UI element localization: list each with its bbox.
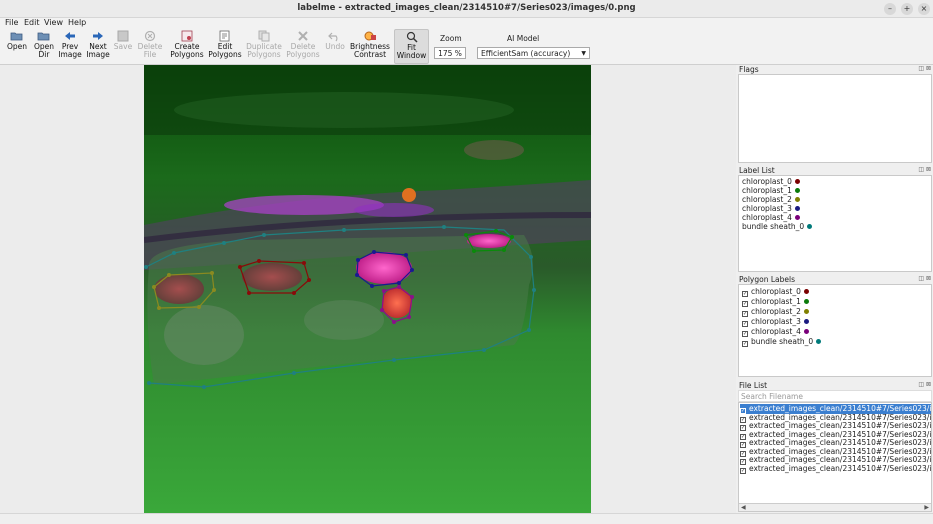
prev-image-button[interactable]: Prev Image (57, 29, 83, 64)
duplicate-icon (258, 30, 270, 42)
zoom-input[interactable]: 175 % (434, 47, 466, 59)
color-dot-icon (803, 289, 809, 294)
duplicate-polygons-button[interactable]: Duplicate Polygons (245, 29, 283, 64)
save-icon (117, 30, 129, 42)
arrow-left-icon (65, 32, 75, 40)
checkbox-icon[interactable]: ✓ (742, 341, 748, 347)
close-icon[interactable]: × (918, 3, 930, 15)
open-dir-button[interactable]: Open Dir (30, 29, 58, 64)
color-dot-icon (794, 179, 800, 184)
list-item[interactable]: bundle sheath_0 (742, 222, 813, 231)
menu-help[interactable]: Help (68, 18, 86, 27)
label-list-title: Label List (739, 166, 775, 175)
polygon-label-row[interactable]: ✓ chloroplast_4 (742, 327, 809, 337)
polygon-labels-panel[interactable]: ✓ chloroplast_0 ✓ chloroplast_1 ✓ chloropla… (738, 284, 932, 377)
flags-dock: Flags ◫ ⊠ (736, 65, 933, 165)
undo-button[interactable]: Undo (324, 29, 346, 64)
polygon-label-row[interactable]: ✓ bundle sheath_0 (742, 337, 822, 347)
list-item[interactable]: chloroplast_1 (742, 186, 800, 195)
polygon-labels-title: Polygon Labels (739, 275, 795, 284)
delete-file-button[interactable]: Delete File (136, 29, 164, 64)
color-dot-icon (794, 188, 800, 193)
maximize-icon[interactable]: + (901, 3, 913, 15)
file-list-dock: File List ◫ ⊠ Search Filename ✓ extracted… (736, 381, 933, 513)
polygon-label-row[interactable]: ✓ chloroplast_0 (742, 287, 809, 297)
color-dot-icon (794, 206, 800, 211)
color-dot-icon (807, 224, 813, 229)
file-item[interactable]: ✓ extracted_images_clean/2314510#7/Series… (740, 464, 931, 474)
delete-polygon-icon (298, 31, 308, 41)
zoom-label: Zoom (440, 34, 462, 43)
color-dot-icon (816, 339, 822, 344)
checkbox-icon[interactable]: ✓ (740, 468, 746, 474)
canvas-area[interactable] (0, 65, 736, 513)
list-item[interactable]: chloroplast_0 (742, 177, 800, 186)
window-title: labelme - extracted_images_clean/2314510… (297, 3, 636, 13)
save-button[interactable]: Save (113, 29, 133, 64)
toolbar: Open Open Dir Prev Image Next Image Save De… (0, 29, 933, 65)
folder-icon (37, 32, 50, 41)
scroll-left-icon[interactable]: ◀ (741, 504, 746, 511)
create-polygons-button[interactable]: Create Polygons (170, 29, 204, 64)
open-icon (10, 32, 23, 41)
color-dot-icon (803, 329, 809, 334)
dock-buttons-icon[interactable]: ◫ ⊠ (918, 381, 931, 388)
search-filename-input[interactable]: Search Filename (738, 390, 932, 402)
dock-buttons-icon[interactable]: ◫ ⊠ (918, 65, 931, 72)
dock-buttons-icon[interactable]: ◫ ⊠ (918, 166, 931, 173)
flags-panel[interactable] (738, 74, 932, 163)
menu-file[interactable]: File (5, 18, 18, 27)
microscopy-image[interactable] (144, 65, 591, 513)
undo-icon (328, 32, 338, 42)
color-dot-icon (794, 215, 800, 220)
brightness-icon (364, 31, 376, 41)
next-image-button[interactable]: Next Image (85, 29, 111, 64)
list-item[interactable]: chloroplast_4 (742, 213, 800, 222)
horizontal-scrollbar[interactable]: ◀ ▶ (739, 503, 931, 511)
polygon-label-row[interactable]: ✓ chloroplast_2 (742, 307, 809, 317)
ai-model-select[interactable]: EfficientSam (accuracy) ▼ (477, 47, 590, 59)
dock-buttons-icon[interactable]: ◫ ⊠ (918, 275, 931, 282)
zoom-fit-icon (406, 31, 418, 43)
polygon-label-row[interactable]: ✓ chloroplast_1 (742, 297, 809, 307)
menu-bar: File Edit View Help (0, 18, 933, 29)
scroll-right-icon[interactable]: ▶ (924, 504, 929, 511)
label-list-panel[interactable]: chloroplast_0 chloroplast_1 chloroplast_… (738, 175, 932, 272)
color-dot-icon (794, 197, 800, 202)
status-bar (0, 513, 933, 524)
edit-polygons-button[interactable]: Edit Polygons (208, 29, 242, 64)
arrow-right-icon (93, 32, 103, 40)
minimize-icon[interactable]: – (884, 3, 896, 15)
file-list-panel[interactable]: ✓ extracted_images_clean/2314510#7/Series… (738, 402, 932, 512)
list-item[interactable]: chloroplast_3 (742, 204, 800, 213)
open-button[interactable]: Open (3, 29, 31, 64)
color-dot-icon (803, 299, 809, 304)
fit-window-button[interactable]: Fit Window (394, 29, 429, 64)
color-dot-icon (803, 319, 809, 324)
title-bar: labelme - extracted_images_clean/2314510… (0, 0, 933, 18)
image-canvas (144, 65, 591, 513)
brightness-contrast-button[interactable]: Brightness Contrast (349, 29, 391, 64)
file-list-title: File List (739, 381, 768, 390)
polygon-label-row[interactable]: ✓ chloroplast_3 (742, 317, 809, 327)
chevron-down-icon: ▼ (581, 50, 586, 57)
label-list-dock: Label List ◫ ⊠ chloroplast_0 chloroplast… (736, 166, 933, 274)
ai-model-value: EfficientSam (accuracy) (481, 49, 571, 58)
delete-polygons-button[interactable]: Delete Polygons (286, 29, 320, 64)
flags-title: Flags (739, 65, 759, 74)
edit-icon (219, 30, 230, 42)
polygon-create-icon (181, 30, 193, 42)
ai-model-label: AI Model (507, 34, 540, 43)
delete-file-icon (144, 30, 156, 42)
list-item[interactable]: chloroplast_2 (742, 195, 800, 204)
menu-view[interactable]: View (44, 18, 63, 27)
polygon-labels-dock: Polygon Labels ◫ ⊠ ✓ chloroplast_0 ✓ chlor… (736, 275, 933, 379)
menu-edit[interactable]: Edit (24, 18, 40, 27)
color-dot-icon (803, 309, 809, 314)
